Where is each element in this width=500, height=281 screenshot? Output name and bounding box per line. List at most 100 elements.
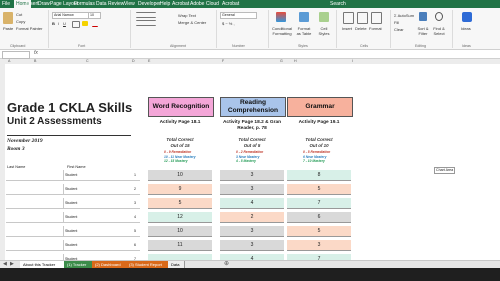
- first-name-cell[interactable]: Student: [64, 240, 130, 251]
- last-name-cell[interactable]: [6, 212, 64, 223]
- last-name-cell[interactable]: [6, 240, 64, 251]
- bold-button[interactable]: B: [52, 21, 55, 26]
- ribbon-tab-insert[interactable]: Insert: [26, 0, 39, 8]
- sort-filter-button[interactable]: Sort & Filter: [416, 26, 430, 36]
- ribbon-tab-view[interactable]: View: [124, 0, 135, 8]
- autosum-button[interactable]: Σ AutoSum: [394, 13, 414, 18]
- ribbon-tab-draw[interactable]: Draw: [38, 0, 50, 8]
- search-box[interactable]: Search: [330, 0, 346, 8]
- student-number-cell[interactable]: 6: [130, 240, 140, 251]
- student-number-cell[interactable]: 4: [130, 212, 140, 223]
- ribbon-tab-data[interactable]: Data: [96, 0, 107, 8]
- ribbon-tab-developer[interactable]: Developer: [138, 0, 161, 8]
- ideas-button[interactable]: Ideas: [461, 26, 471, 31]
- first-name-cell[interactable]: Student: [64, 226, 130, 237]
- conditional-formatting-button[interactable]: Conditional Formatting: [271, 26, 293, 36]
- student-number-cell[interactable]: 2: [130, 184, 140, 195]
- grammar-score[interactable]: 8: [287, 170, 351, 181]
- fill-button[interactable]: Fill: [394, 20, 399, 25]
- grammar-score[interactable]: 3: [287, 240, 351, 251]
- word-recognition-score[interactable]: 10: [148, 226, 212, 237]
- font-family-select[interactable]: Arial Narrow: [52, 12, 89, 19]
- reading-comprehension-score[interactable]: 3: [220, 170, 284, 181]
- format-painter-button[interactable]: Format Painter: [16, 26, 42, 31]
- grammar-score[interactable]: 6: [287, 212, 351, 223]
- last-name-cell[interactable]: [6, 198, 64, 209]
- underline-button[interactable]: U: [63, 21, 66, 26]
- clear-button[interactable]: Clear: [394, 27, 404, 32]
- insert-cells-button[interactable]: Insert: [342, 26, 352, 31]
- copy-button[interactable]: Copy: [16, 19, 25, 24]
- format-cells-icon[interactable]: [371, 12, 382, 24]
- grammar-score[interactable]: 5: [287, 184, 351, 195]
- ideas-icon[interactable]: [462, 12, 472, 22]
- reading-comprehension-score[interactable]: 3: [220, 240, 284, 251]
- find-select-button[interactable]: Find & Select: [432, 26, 446, 36]
- word-recognition-score[interactable]: 12: [148, 212, 212, 223]
- ribbon-tab-help[interactable]: Help: [160, 0, 170, 8]
- reading-comprehension-score[interactable]: 3: [220, 184, 284, 195]
- italic-button[interactable]: I: [58, 21, 59, 26]
- sheet-tab-3[interactable]: (3) Student Report: [126, 261, 169, 268]
- delete-cells-button[interactable]: Delete: [355, 26, 367, 31]
- insert-cells-icon[interactable]: [343, 12, 354, 24]
- conditional-formatting-icon[interactable]: [276, 12, 286, 22]
- word-recognition-score[interactable]: 5: [148, 198, 212, 209]
- sheet-tab-1[interactable]: (1) Tracker: [64, 261, 93, 268]
- reading-comprehension-score[interactable]: 2: [220, 212, 284, 223]
- font-size-select[interactable]: 10: [88, 12, 101, 19]
- first-name-cell[interactable]: Student: [64, 198, 130, 209]
- number-format-select[interactable]: General: [220, 12, 257, 19]
- ribbon-tab-review[interactable]: Review: [108, 0, 124, 8]
- font-color-icon[interactable]: [92, 21, 98, 27]
- format-as-table-icon[interactable]: [299, 12, 309, 22]
- last-name-cell[interactable]: [6, 170, 64, 181]
- ribbon-tab-adobe-cloud[interactable]: Adobe Cloud: [190, 0, 219, 8]
- ribbon-tab-formulas[interactable]: Formulas: [74, 0, 95, 8]
- ribbon-tab-acrobat[interactable]: Acrobat: [172, 0, 189, 8]
- first-name-cell[interactable]: Student: [64, 212, 130, 223]
- grammar-score[interactable]: 7: [287, 198, 351, 209]
- format-as-table-button[interactable]: Format as Table: [296, 26, 312, 36]
- wrap-text-button[interactable]: Wrap Text: [178, 13, 196, 18]
- sheet-tab-2[interactable]: (2) Dashboard: [92, 261, 127, 268]
- name-box[interactable]: [2, 51, 30, 59]
- find-select-icon[interactable]: [435, 12, 443, 21]
- worksheet[interactable]: Grade 1 CKLA Skills Unit 2 Assessments N…: [5, 64, 500, 260]
- reading-comprehension-score[interactable]: 4: [220, 198, 284, 209]
- student-number-cell[interactable]: 5: [130, 226, 140, 237]
- align-left-icon[interactable]: [136, 20, 156, 26]
- student-number-cell[interactable]: 1: [130, 170, 140, 181]
- first-name-cell[interactable]: Student: [64, 170, 130, 181]
- cell-styles-button[interactable]: Cell Styles: [316, 26, 332, 36]
- paste-button[interactable]: Paste: [3, 26, 13, 31]
- scroll-right-icon[interactable]: ▶: [10, 261, 14, 268]
- last-name-cell[interactable]: [6, 184, 64, 195]
- student-number-cell[interactable]: 3: [130, 198, 140, 209]
- sort-filter-icon[interactable]: [419, 12, 427, 21]
- sheet-tab-0[interactable]: About this Tracker: [20, 261, 65, 268]
- paste-icon[interactable]: [3, 12, 13, 24]
- format-cells-button[interactable]: Format: [369, 26, 382, 31]
- sheet-tab-4[interactable]: Data: [168, 261, 185, 268]
- first-name-cell[interactable]: Student: [64, 184, 130, 195]
- cut-button[interactable]: Cut: [16, 12, 22, 17]
- fill-color-icon[interactable]: [82, 21, 88, 26]
- delete-cells-icon[interactable]: [357, 12, 368, 24]
- word-recognition-score[interactable]: 11: [148, 240, 212, 251]
- scroll-left-icon[interactable]: ◀: [3, 261, 7, 268]
- formula-bar[interactable]: fx: [0, 50, 500, 59]
- cell-styles-icon[interactable]: [319, 12, 329, 22]
- borders-icon[interactable]: [72, 21, 80, 28]
- currency-button[interactable]: $ ~ % ,: [222, 21, 235, 26]
- fx-icon[interactable]: fx: [34, 50, 38, 56]
- align-top-icon[interactable]: [136, 12, 156, 18]
- reading-comprehension-score[interactable]: 3: [220, 226, 284, 237]
- word-recognition-score[interactable]: 10: [148, 170, 212, 181]
- ribbon-tab-acrobat[interactable]: Acrobat: [222, 0, 239, 8]
- ribbon-tab-file[interactable]: File: [2, 0, 10, 8]
- merge-center-button[interactable]: Merge & Center: [178, 20, 206, 25]
- new-sheet-icon[interactable]: ⊕: [224, 261, 229, 268]
- last-name-cell[interactable]: [6, 226, 64, 237]
- grammar-score[interactable]: 5: [287, 226, 351, 237]
